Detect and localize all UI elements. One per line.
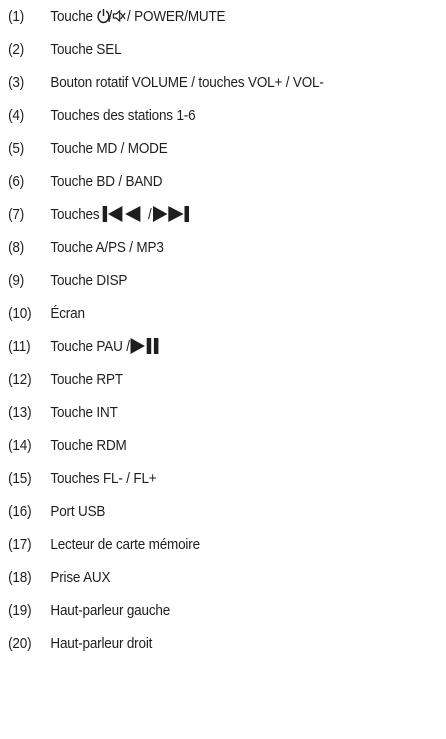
item-number: (17) [8,535,32,553]
item-text-before: Touche PAU / [50,337,130,355]
item-number: (12) [8,370,32,388]
legend-list: (1) Touche / POWER/MUTE (2) Touche SEL (… [0,0,446,739]
item-label: Port USB [50,502,106,520]
item-label: Touche RDM [50,436,127,454]
item-number: (10) [8,304,32,322]
item-label: Touches des stations 1-6 [50,106,196,124]
item-number: (2) [8,40,25,58]
skip-next-icon [152,205,197,223]
item-number: (3) [8,73,25,91]
item-label: Touches FL- / FL+ [50,469,157,487]
item-label: Touche SEL [50,40,122,58]
item-number: (1) [8,7,25,25]
power-mute-icon [96,8,127,24]
item-number: (8) [8,238,25,256]
item-label: Haut-parleur gauche [50,601,171,619]
item-text-after: / POWER/MUTE [127,7,226,25]
item-number: (7) [8,205,25,223]
item-label: Touche / POWER/MUTE [50,8,225,25]
item-label: Écran [50,304,85,322]
item-number: (4) [8,106,25,124]
item-label: Lecteur de carte mémoire [50,535,200,553]
item-text-before: Touches [50,205,100,223]
item-label: Touche PAU / [50,337,160,355]
item-number: (16) [8,502,32,520]
item-number: (5) [8,139,25,157]
item-label: Touche MD / MODE [50,139,168,157]
item-number: (13) [8,403,32,421]
item-label: Touche A/PS / MP3 [50,238,164,256]
item-label: Haut-parleur droit [50,634,153,652]
item-label: Touches / [50,205,196,223]
item-number: (15) [8,469,32,487]
item-number: (14) [8,436,32,454]
item-label: Touche BD / BAND [50,172,163,190]
item-label: Touche DISP [50,271,128,289]
item-number: (9) [8,271,25,289]
item-number: (6) [8,172,25,190]
item-label: Touche RPT [50,370,123,388]
item-number: (11) [8,337,31,355]
item-text-before: Touche [50,7,93,25]
item-label: Touche INT [50,403,118,421]
skip-prev-icon [103,205,148,223]
item-number: (20) [8,634,32,652]
item-label: Prise AUX [50,568,111,586]
item-number: (19) [8,601,32,619]
item-label: Bouton rotatif VOLUME / touches VOL+ / V… [50,73,324,91]
play-pause-icon [130,337,161,355]
item-number: (18) [8,568,32,586]
